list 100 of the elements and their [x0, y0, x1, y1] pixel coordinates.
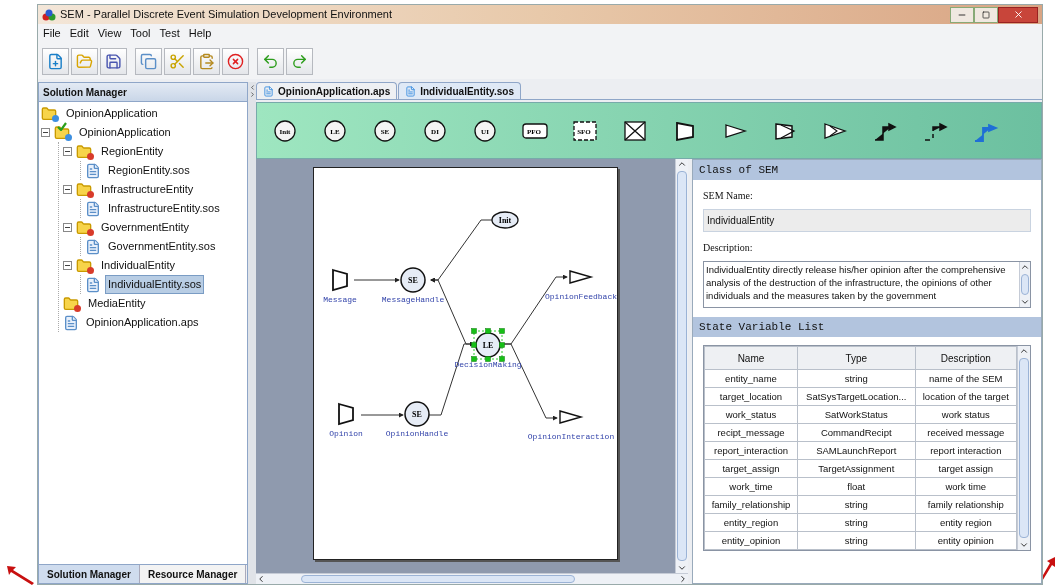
- tree-item[interactable]: RegionEntity: [98, 142, 167, 161]
- collapse-toggle[interactable]: [63, 147, 72, 156]
- collapse-toggle[interactable]: [63, 261, 72, 270]
- column-header[interactable]: Name: [704, 346, 798, 370]
- tree-item[interactable]: OpinionApplication: [76, 123, 174, 142]
- vertical-scrollbar[interactable]: [1017, 346, 1030, 550]
- table-cell: string: [797, 369, 916, 388]
- expand-right-icon[interactable]: [248, 91, 256, 98]
- new-file-button[interactable]: [42, 47, 69, 75]
- panel-tab[interactable]: Resource Manager: [139, 565, 247, 583]
- tree-item[interactable]: IndividualEntity: [98, 256, 178, 275]
- table-cell: SAMLaunchReport: [797, 441, 916, 460]
- sem-name-field[interactable]: IndividualEntity: [703, 209, 1031, 232]
- tree-item[interactable]: RegionEntity.sos: [105, 161, 193, 180]
- scissors-icon: [169, 52, 186, 70]
- table-cell: entity region: [915, 513, 1017, 532]
- node-label: DecisionMaking: [454, 360, 522, 369]
- field-label: Description:: [703, 241, 754, 255]
- table-cell: name of the SEM: [915, 369, 1017, 388]
- palette-crossed-box-icon[interactable]: [621, 118, 649, 143]
- panel-header: Solution Manager: [39, 83, 247, 101]
- table-cell: work status: [915, 405, 1017, 424]
- app-logo-icon: [42, 8, 56, 21]
- table-cell: received message: [915, 423, 1017, 442]
- menu-item[interactable]: File: [43, 25, 61, 42]
- table-cell: CommandRecipt: [797, 423, 916, 442]
- tree-item[interactable]: MediaEntity: [85, 294, 149, 313]
- menu-item[interactable]: View: [97, 25, 122, 42]
- table-cell: SatSysTargetLocation...: [797, 387, 916, 406]
- node-label: OpinionHandle: [385, 429, 449, 438]
- tree-item[interactable]: GovernmentEntity.sos: [105, 237, 219, 256]
- paste-button[interactable]: [193, 47, 220, 75]
- table-cell: string: [797, 531, 916, 550]
- maximize-icon: [982, 10, 990, 19]
- menu-item[interactable]: Test: [159, 25, 180, 42]
- delete-button[interactable]: [222, 47, 249, 75]
- tree-item[interactable]: OpinionApplication: [63, 104, 161, 123]
- column-header[interactable]: Description: [915, 346, 1017, 370]
- table-cell: target assign: [915, 459, 1017, 478]
- vertical-scrollbar[interactable]: [1019, 262, 1030, 307]
- close-button[interactable]: [998, 6, 1038, 23]
- folder-icon: [41, 105, 59, 122]
- output-port-node[interactable]: [559, 410, 584, 424]
- table-cell: work time: [915, 477, 1017, 496]
- file-icon: [263, 85, 274, 97]
- process-node[interactable]: SE: [404, 401, 430, 427]
- output-port-node[interactable]: [569, 270, 594, 284]
- description-field[interactable]: IndividualEntity directly release his/her opinion after the comprehensive analysis of the destruction of the infrastructure, the opinions of other individuals and the measures taken by the government: [703, 261, 1031, 308]
- delete-icon: [227, 52, 244, 70]
- scroll-up-icon[interactable]: [677, 159, 687, 169]
- file-icon: [85, 276, 101, 293]
- table-cell: string: [797, 513, 916, 532]
- table-cell: family relationship: [915, 495, 1017, 514]
- table-cell: work_time: [704, 477, 798, 496]
- table-cell: TargetAssignment: [797, 459, 916, 478]
- table-cell: recipt_message: [704, 423, 798, 442]
- redo-button[interactable]: [286, 47, 313, 75]
- input-port-node[interactable]: [338, 402, 354, 426]
- scroll-up-icon[interactable]: [1020, 262, 1030, 272]
- init-node[interactable]: Init: [491, 211, 519, 229]
- scroll-down-icon[interactable]: [1019, 540, 1029, 550]
- editor-tab[interactable]: OpinionApplication.aps: [256, 82, 398, 99]
- panel-tab[interactable]: Solution Manager: [39, 565, 140, 583]
- column-header[interactable]: Type: [797, 346, 916, 370]
- tree-item[interactable]: GovernmentEntity: [98, 218, 193, 237]
- scroll-down-icon[interactable]: [1020, 297, 1030, 307]
- editor-tab[interactable]: IndividualEntity.sos: [398, 82, 521, 99]
- tree-item[interactable]: InfrastructureEntity: [98, 180, 197, 199]
- scroll-left-icon[interactable]: [256, 574, 266, 584]
- file-icon: [63, 314, 79, 331]
- scroll-right-icon[interactable]: [678, 574, 688, 584]
- process-node[interactable]: SE: [400, 267, 426, 293]
- table-cell: entity_name: [704, 369, 798, 388]
- scroll-up-icon[interactable]: [1019, 346, 1029, 356]
- scroll-down-icon[interactable]: [677, 563, 687, 573]
- open-folder-icon: [76, 52, 93, 70]
- copy-button[interactable]: [135, 47, 162, 75]
- tree-item[interactable]: InfrastructureEntity.sos: [105, 199, 223, 218]
- input-port-node[interactable]: [332, 268, 348, 292]
- minimize-button[interactable]: [950, 6, 974, 23]
- horizontal-scrollbar[interactable]: [256, 573, 688, 584]
- menu-item[interactable]: Help: [188, 25, 212, 42]
- folder-icon: [76, 143, 94, 160]
- vertical-scrollbar[interactable]: [675, 159, 688, 573]
- collapse-toggle[interactable]: [63, 223, 72, 232]
- undo-icon: [262, 52, 279, 70]
- table-cell: entity opinion: [915, 531, 1017, 550]
- file-icon: [85, 238, 101, 255]
- table-cell: SatWorkStatus: [797, 405, 916, 424]
- menu-item[interactable]: Edit: [69, 25, 89, 42]
- undo-button[interactable]: [257, 47, 284, 75]
- collapse-toggle[interactable]: [63, 185, 72, 194]
- collapse-toggle[interactable]: [41, 128, 50, 137]
- tree-item[interactable]: IndividualEntity.sos: [105, 275, 205, 294]
- menu-item[interactable]: Tool: [130, 25, 151, 42]
- folder-icon: [76, 219, 94, 236]
- save-button[interactable]: [100, 47, 127, 75]
- tree-item[interactable]: OpinionApplication.aps: [83, 313, 202, 332]
- collapse-left-icon[interactable]: [248, 84, 256, 91]
- node-label: MessageHandle: [381, 295, 445, 304]
